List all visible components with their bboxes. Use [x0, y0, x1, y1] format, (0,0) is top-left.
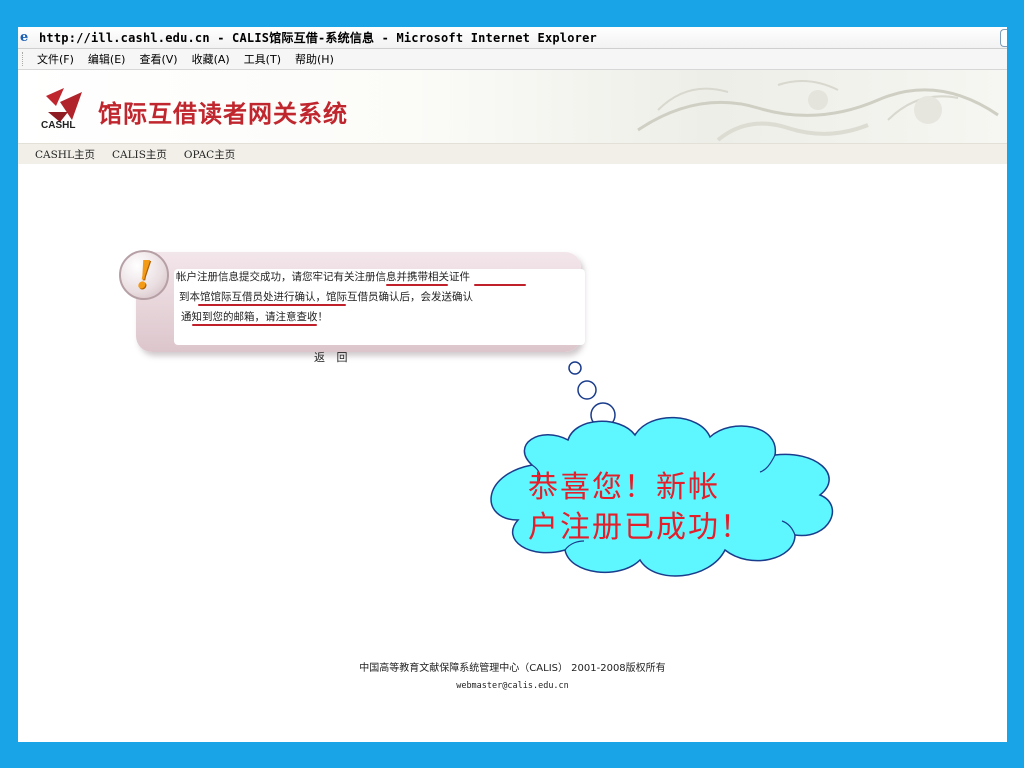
callout-text: 恭喜您！新帐 户注册已成功！ [528, 468, 768, 548]
footer-email[interactable]: webmaster@calis.edu.cn [18, 681, 1007, 691]
highlight-underline [474, 284, 526, 286]
menu-edit[interactable]: 编辑(E) [88, 51, 126, 67]
highlight-underline [198, 304, 346, 306]
message-line-3: 通知到您的邮箱，请注意查收！ [181, 311, 328, 323]
title-bar: e http://ill.cashl.edu.cn - CALIS馆际互借-系统… [18, 27, 1007, 49]
highlight-underline [192, 324, 317, 326]
window-controls-edge[interactable] [1000, 29, 1007, 47]
system-message: 帐户注册信息提交成功，请您牢记有关注册信息并携带相关证件 到本馆馆际互借员处进行… [119, 248, 589, 364]
site-title: 馆际互借读者网关系统 [98, 100, 348, 128]
message-line-1: 帐户注册信息提交成功，请您牢记有关注册信息并携带相关证件 [176, 271, 470, 283]
ink-painting-decoration [637, 80, 999, 142]
message-line-2: 到本馆馆际互借员处进行确认，馆际互借员确认后，会发送确认 [179, 291, 473, 303]
menu-tools[interactable]: 工具(T) [244, 51, 281, 67]
window-title: http://ill.cashl.edu.cn - CALIS馆际互借-系统信息… [39, 31, 597, 45]
menu-file[interactable]: 文件(F) [37, 51, 74, 67]
message-panel: 帐户注册信息提交成功，请您牢记有关注册信息并携带相关证件 到本馆馆际互借员处进行… [136, 252, 585, 364]
menu-help[interactable]: 帮助(H) [295, 51, 334, 67]
highlight-underline [386, 284, 448, 286]
thought-bubble-dot [568, 361, 582, 375]
thought-bubble-dot [577, 380, 597, 400]
message-body: 帐户注册信息提交成功，请您牢记有关注册信息并携带相关证件 到本馆馆际互借员处进行… [174, 269, 585, 364]
ie-logo-icon: e [20, 29, 29, 45]
callout-line-1: 恭喜您！新帐 [528, 470, 720, 505]
site-banner: CASHL 馆际互借读者网关系统 [18, 70, 1007, 143]
menu-view[interactable]: 查看(V) [139, 51, 177, 67]
nav-opac-home[interactable]: OPAC主页 [184, 147, 235, 162]
nav-calis-home[interactable]: CALIS主页 [112, 147, 167, 162]
site-nav: CASHL主页 CALIS主页 OPAC主页 [18, 143, 1007, 164]
logo-text: CASHL [41, 120, 76, 131]
footer-copyright: 中国高等教育文献保障系统管理中心（CALIS） 2001-2008版权所有 [359, 663, 666, 674]
nav-cashl-home[interactable]: CASHL主页 [35, 147, 95, 162]
back-link[interactable]: 返 回 [314, 349, 352, 365]
warning-badge: ! [119, 250, 169, 300]
exclamation-icon: ! [135, 252, 153, 297]
menu-favorites[interactable]: 收藏(A) [192, 51, 230, 67]
callout-line-2: 户注册已成功！ [528, 510, 752, 545]
menu-bar: 文件(F) 编辑(E) 查看(V) 收藏(A) 工具(T) 帮助(H) [18, 49, 1007, 70]
toolbar-grip[interactable] [22, 52, 25, 66]
